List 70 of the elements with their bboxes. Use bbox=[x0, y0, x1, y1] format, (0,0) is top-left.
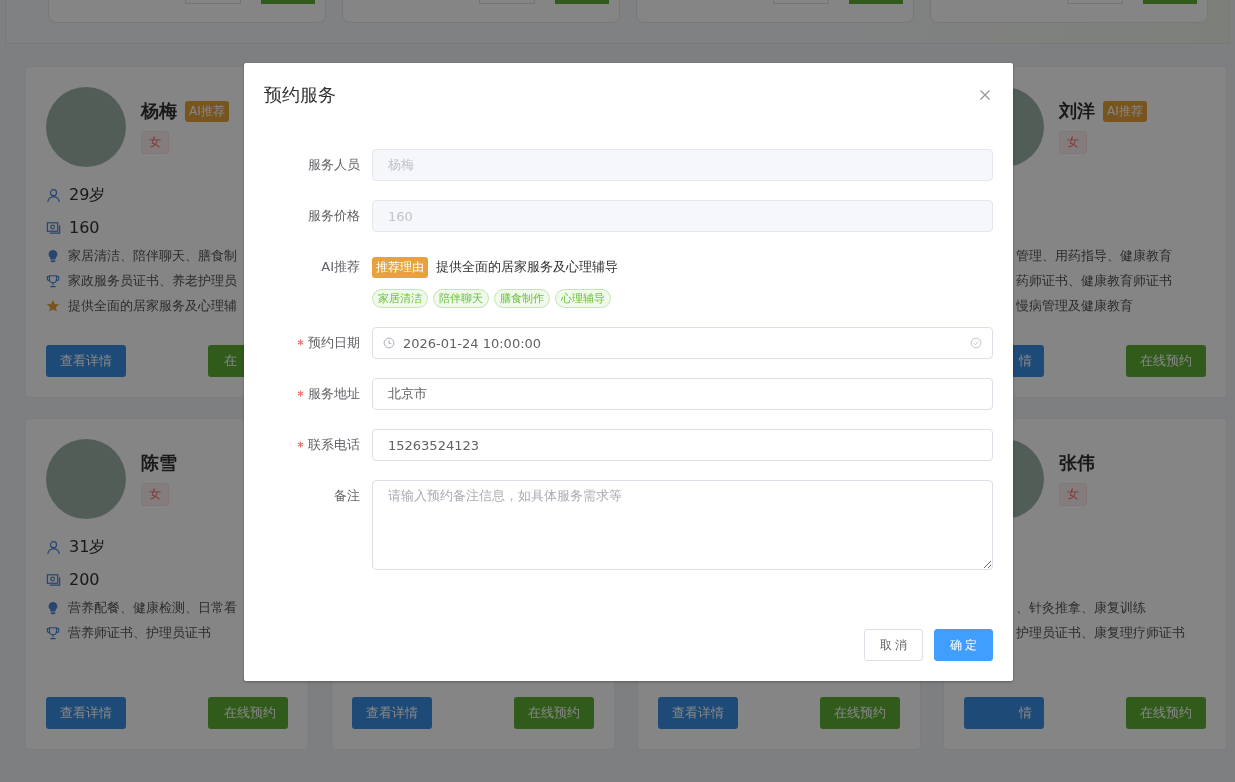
caregiver-name: 杨梅 bbox=[141, 99, 177, 123]
info-text: 慢病管理及健康教育 bbox=[1016, 296, 1133, 315]
details-button[interactable]: 查看详情 bbox=[352, 697, 432, 729]
info-text: 、针灸推拿、康复训练 bbox=[1016, 598, 1146, 617]
star-icon bbox=[46, 298, 60, 313]
service-tag: 陪伴聊天 bbox=[433, 289, 489, 308]
certificates-text: 家政服务员证书、养老护理员 bbox=[68, 271, 237, 290]
intro-text: 提供全面的居家服务及心理辅 bbox=[68, 296, 237, 315]
user-icon bbox=[46, 187, 61, 203]
notes-field[interactable]: 请输入预约备注信息，如具体服务需求等 bbox=[372, 480, 993, 570]
info-text: 药师证书、健康教育师证书 bbox=[1016, 271, 1172, 290]
user-icon bbox=[46, 539, 61, 555]
age-text: 29岁 bbox=[69, 184, 106, 206]
gender-tag: 女 bbox=[141, 483, 169, 506]
service-tag: 膳食制作 bbox=[494, 289, 550, 308]
trophy-icon bbox=[46, 625, 60, 640]
confirm-button[interactable]: 确 定 bbox=[934, 629, 993, 661]
ai-badge: AI推荐 bbox=[185, 100, 229, 122]
book-button[interactable]: 在线预约 bbox=[514, 697, 594, 729]
date-field[interactable]: 2026-01-24 10:00:00 bbox=[372, 327, 993, 359]
skills-text: 营养配餐、健康检测、日常看 bbox=[68, 598, 237, 617]
field-label: 备注 bbox=[334, 487, 360, 505]
caregiver-name: 刘洋 bbox=[1059, 99, 1095, 123]
gender-tag: 女 bbox=[1059, 483, 1087, 506]
book-button[interactable]: 在线预约 bbox=[208, 697, 288, 729]
field-label: 预约日期 bbox=[308, 334, 360, 352]
money-icon bbox=[46, 219, 61, 235]
reason-badge: 推荐理由 bbox=[372, 256, 428, 278]
price-text: 200 bbox=[69, 569, 100, 589]
field-label: AI推荐 bbox=[321, 258, 360, 276]
book-button[interactable]: 在线预约 bbox=[820, 697, 900, 729]
trophy-icon bbox=[46, 273, 60, 288]
caregiver-name: 陈雪 bbox=[141, 451, 177, 475]
field-label: 服务人员 bbox=[308, 156, 360, 174]
field-label: 联系电话 bbox=[308, 436, 360, 454]
service-tag: 家居清洁 bbox=[372, 289, 428, 308]
details-button[interactable]: 查看详情 bbox=[46, 345, 126, 377]
gender-tag: 女 bbox=[1059, 131, 1087, 154]
bulb-icon bbox=[46, 248, 60, 263]
input-field[interactable]: 北京市 bbox=[372, 378, 993, 410]
input-field[interactable]: 15263524123 bbox=[372, 429, 993, 461]
service-tag: 心理辅导 bbox=[555, 289, 611, 308]
money-icon bbox=[46, 571, 61, 587]
price-text: 160 bbox=[69, 217, 100, 237]
gender-tag: 女 bbox=[141, 131, 169, 154]
book-button[interactable]: 在线预约 bbox=[1126, 345, 1206, 377]
button-edge[interactable] bbox=[1143, 0, 1197, 4]
bulb-icon bbox=[46, 600, 60, 615]
details-button[interactable]: 查看详情 bbox=[46, 697, 126, 729]
skills-text: 家居清洁、陪伴聊天、膳食制 bbox=[68, 246, 237, 265]
age-text: 31岁 bbox=[69, 536, 106, 558]
details-button[interactable]: 情 bbox=[964, 697, 1044, 729]
button-edge[interactable] bbox=[261, 0, 315, 4]
book-button[interactable]: 在线预约 bbox=[1126, 697, 1206, 729]
close-icon[interactable] bbox=[979, 89, 991, 101]
ai-badge: AI推荐 bbox=[1103, 100, 1147, 122]
field-label: 服务地址 bbox=[308, 385, 360, 403]
cancel-button[interactable]: 取 消 bbox=[864, 629, 923, 661]
certificates-text: 营养师证书、护理员证书 bbox=[68, 623, 211, 642]
info-text: 管理、用药指导、健康教育 bbox=[1016, 246, 1172, 265]
caregiver-name: 张伟 bbox=[1059, 451, 1095, 475]
dialog-title: 预约服务 bbox=[264, 83, 336, 107]
check-circle-icon bbox=[970, 337, 982, 349]
clock-icon bbox=[383, 337, 395, 349]
button-edge[interactable] bbox=[849, 0, 903, 4]
reason-text: 提供全面的居家服务及心理辅导 bbox=[436, 258, 618, 276]
field-label: 服务价格 bbox=[308, 207, 360, 225]
button-edge[interactable] bbox=[555, 0, 609, 4]
info-text: 护理员证书、康复理疗师证书 bbox=[1016, 623, 1185, 642]
details-button[interactable]: 查看详情 bbox=[658, 697, 738, 729]
